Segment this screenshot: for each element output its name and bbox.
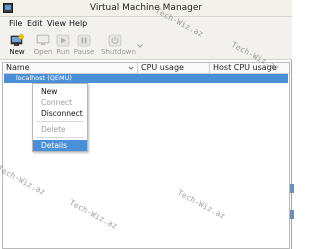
- menu-bar: File Edit View Help: [0, 17, 292, 31]
- window-title: Virtual Machine Manager: [89, 3, 203, 13]
- pause-button[interactable]: Pause: [73, 34, 95, 60]
- run-button-label: Run: [56, 48, 70, 56]
- context-menu: New Connect Disconnect Delete Details: [32, 83, 88, 152]
- menu-view[interactable]: View: [47, 19, 66, 28]
- column-name-label: Name: [6, 63, 30, 72]
- side-scroll-tab: [290, 184, 294, 193]
- open-button[interactable]: Open: [32, 34, 54, 60]
- context-menu-separator: [36, 121, 84, 122]
- run-button[interactable]: Run: [52, 34, 74, 60]
- shutdown-button[interactable]: Shutdown: [101, 34, 136, 60]
- menu-file[interactable]: File: [9, 19, 22, 28]
- context-menu-new[interactable]: New: [33, 86, 87, 97]
- context-menu-separator: [36, 137, 84, 138]
- column-header-cpu-usage[interactable]: CPU usage: [138, 63, 210, 74]
- side-scroll-tab: [290, 210, 294, 219]
- context-menu-details[interactable]: Details: [33, 140, 87, 151]
- new-button-label: New: [9, 48, 25, 56]
- menu-edit[interactable]: Edit: [27, 19, 43, 28]
- context-menu-connect[interactable]: Connect: [33, 97, 87, 108]
- column-header-name[interactable]: Name: [3, 63, 138, 74]
- power-icon: [108, 34, 122, 47]
- open-button-label: Open: [33, 48, 53, 56]
- monitor-icon: [36, 34, 50, 45]
- connection-name: localhost (QEMU): [16, 74, 72, 82]
- pause-button-label: Pause: [73, 48, 95, 56]
- shutdown-button-label: Shutdown: [101, 48, 136, 56]
- column-cpu-label: CPU usage: [141, 63, 184, 72]
- new-vm-icon: [10, 34, 24, 46]
- table-row[interactable]: localhost (QEMU): [4, 74, 288, 83]
- sort-down-icon: [128, 66, 134, 70]
- pause-icon: [77, 34, 91, 47]
- shutdown-dropdown-icon[interactable]: [136, 42, 144, 50]
- vm-manager-window: Virtual Machine Manager File Edit View H…: [0, 0, 292, 249]
- new-button[interactable]: New: [6, 34, 28, 60]
- play-icon: [56, 34, 70, 47]
- context-menu-disconnect[interactable]: Disconnect: [33, 108, 87, 119]
- title-bar[interactable]: Virtual Machine Manager: [0, 0, 292, 17]
- menu-help[interactable]: Help: [69, 19, 87, 28]
- context-menu-delete[interactable]: Delete: [33, 124, 87, 135]
